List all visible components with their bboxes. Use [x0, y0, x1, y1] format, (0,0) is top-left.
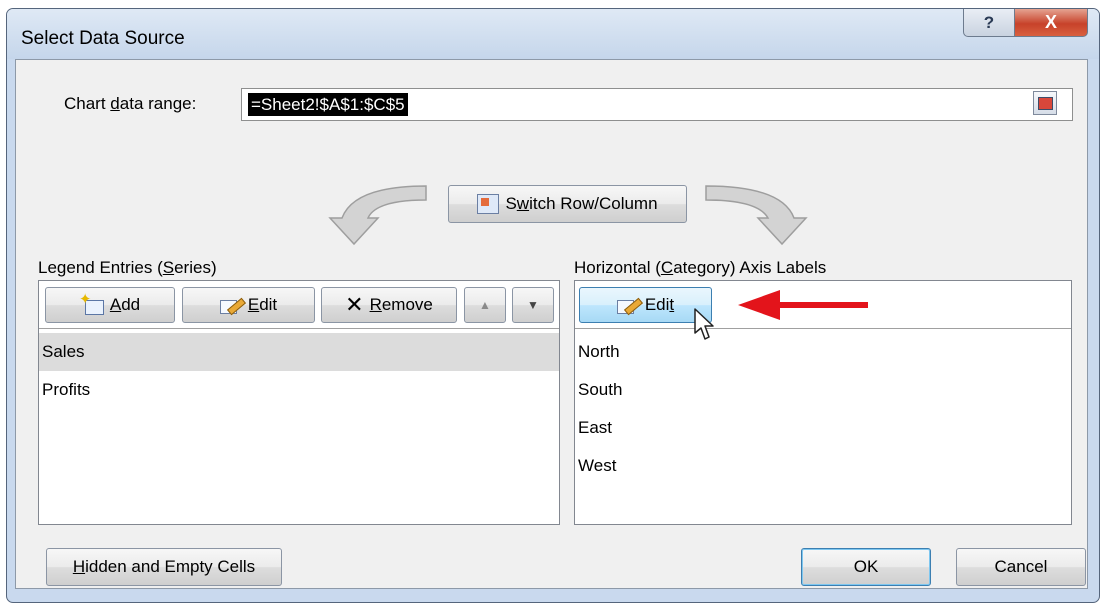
move-up-icon: ▲	[479, 298, 491, 312]
curved-arrow-right-icon	[705, 185, 808, 246]
list-item[interactable]: West	[575, 447, 1071, 485]
remove-series-label: Remove	[369, 295, 433, 314]
list-item[interactable]: Profits	[39, 371, 559, 409]
remove-icon: ✕	[345, 292, 364, 317]
mouse-cursor-icon	[694, 308, 714, 340]
edit-icon	[219, 297, 242, 314]
add-series-label: Add	[109, 295, 141, 314]
list-item[interactable]: Sales	[39, 333, 559, 371]
close-button[interactable]: X	[1014, 9, 1088, 37]
edit-icon	[616, 297, 639, 314]
switch-row-column-button[interactable]: Switch Row/Column	[448, 185, 687, 223]
chart-data-range-input[interactable]: =Sheet2!$A$1:$C$5	[241, 88, 1073, 121]
legend-toolbar: Add Edit ✕ Remove ▲ ▼	[39, 281, 559, 329]
dialog-body: Chart data range: =Sheet2!$A$1:$C$5 Swit…	[15, 59, 1088, 589]
chart-data-range-value: =Sheet2!$A$1:$C$5	[248, 93, 408, 116]
dialog-title: Select Data Source	[21, 28, 185, 49]
axis-labels-title: Horizontal (Category) Axis Labels	[574, 258, 827, 277]
curved-arrow-left-icon	[328, 185, 427, 246]
legend-entries-panel: Add Edit ✕ Remove ▲ ▼ Sales Profits	[38, 280, 560, 525]
remove-series-button[interactable]: ✕ Remove	[321, 287, 457, 323]
close-icon: X	[1044, 12, 1057, 32]
switch-row-column-label: Switch Row/Column	[505, 194, 658, 213]
add-icon	[79, 290, 104, 315]
chart-data-range-label: Chart data range:	[64, 94, 197, 113]
dialog-window: Select Data Source ? X Chart data range:…	[6, 8, 1100, 603]
add-series-button[interactable]: Add	[45, 287, 175, 323]
red-annotation-arrow-icon	[738, 290, 868, 320]
move-down-icon: ▼	[527, 298, 539, 312]
edit-axis-labels-label: Edit	[644, 295, 675, 314]
collapse-dialog-icon[interactable]	[1033, 91, 1057, 115]
help-button[interactable]: ?	[963, 9, 1015, 37]
help-icon: ?	[983, 12, 995, 32]
title-bar: Select Data Source ? X	[7, 9, 1099, 59]
edit-series-label: Edit	[247, 295, 278, 314]
ok-button[interactable]: OK	[801, 548, 931, 586]
edit-series-button[interactable]: Edit	[182, 287, 315, 323]
hidden-empty-cells-button[interactable]: Hidden and Empty Cells	[46, 548, 282, 586]
move-up-button[interactable]: ▲	[464, 287, 506, 323]
move-down-button[interactable]: ▼	[512, 287, 554, 323]
hidden-empty-cells-label: Hidden and Empty Cells	[72, 557, 256, 576]
cancel-button[interactable]: Cancel	[956, 548, 1086, 586]
legend-entries-title: Legend Entries (Series)	[38, 258, 217, 277]
list-item[interactable]: North	[575, 333, 1071, 371]
switch-row-column-icon	[477, 194, 500, 214]
list-item[interactable]: South	[575, 371, 1071, 409]
list-item[interactable]: East	[575, 409, 1071, 447]
